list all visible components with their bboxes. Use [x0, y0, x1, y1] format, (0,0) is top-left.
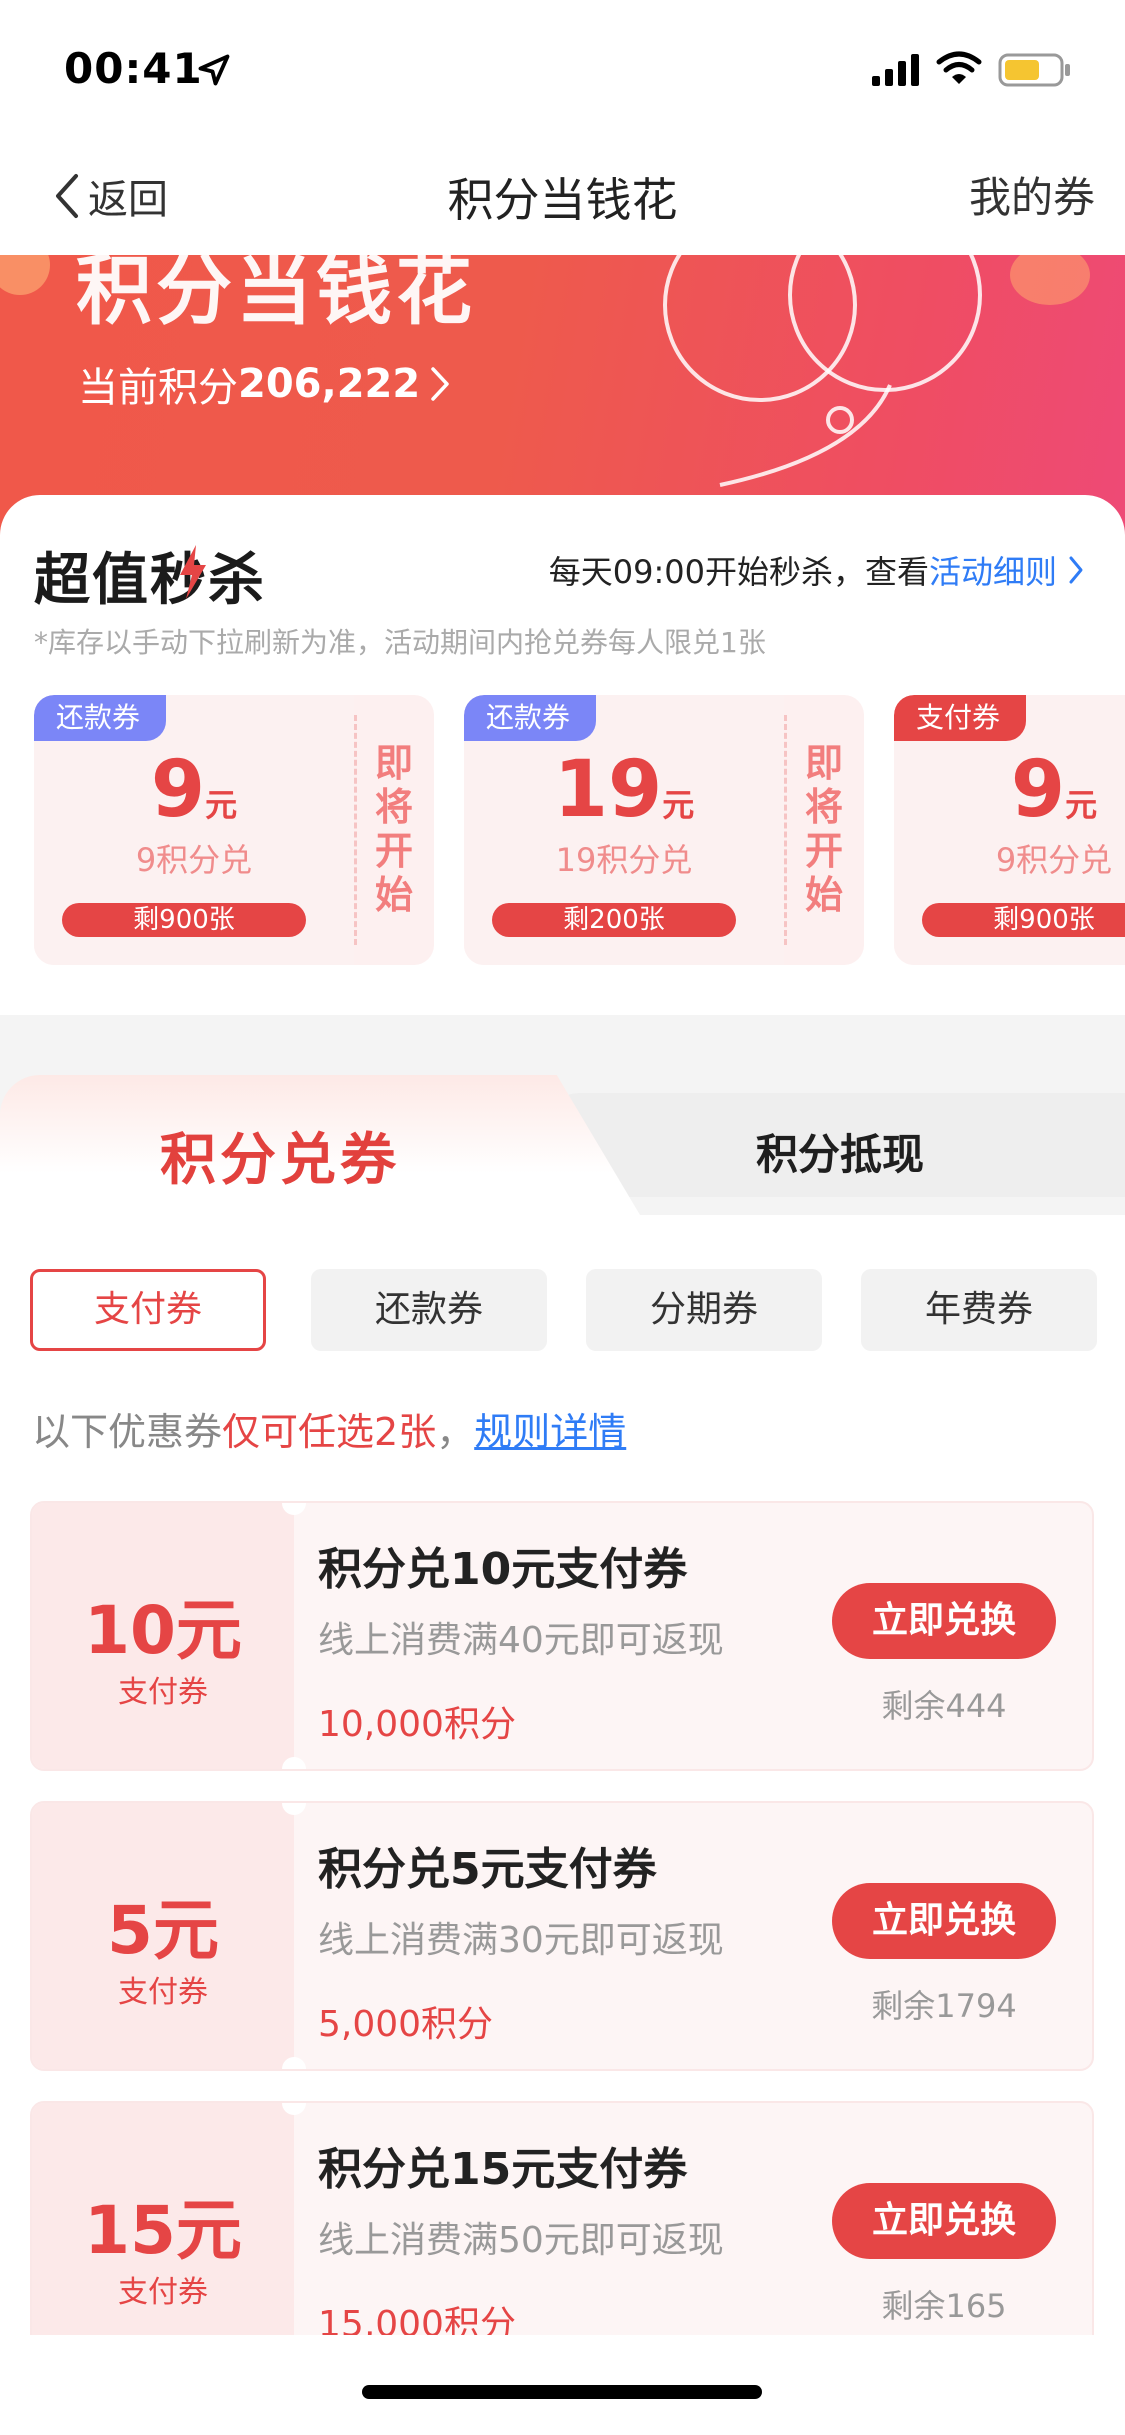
my-coupons-link[interactable]: 我的券: [969, 164, 1095, 225]
coupon-item: 10元 支付券 积分兑10元支付券 线上消费满40元即可返现 10,000积分 …: [30, 1501, 1094, 1771]
coupon-type: 支付券: [118, 1975, 208, 2010]
current-points-link[interactable]: 当前积分 206,222: [78, 355, 452, 413]
flash-sale-section: 超值秒杀 每天09:00开始秒杀，查看 活动细则 *库存以手动下拉刷新为准，活动…: [0, 495, 1125, 1015]
coupon-title: 积分兑15元支付券: [318, 2144, 688, 2195]
wifi-icon: [936, 51, 982, 84]
coupon-cost: 9积分兑: [995, 841, 1113, 879]
coupon-title: 积分兑5元支付券: [318, 1844, 657, 1895]
coupon-type: 支付券: [118, 2275, 208, 2310]
rule-details-link[interactable]: 规则详情: [474, 1410, 626, 1454]
flash-info-text: 每天09:00开始秒杀，查看: [548, 553, 929, 591]
flash-sale-info: 每天09:00开始秒杀，查看 活动细则: [549, 547, 1085, 593]
home-indicator[interactable]: [362, 2385, 762, 2399]
flash-sale-note: *库存以手动下拉刷新为准，活动期间内抢兑券每人限兑1张: [34, 626, 766, 659]
status-time: 00:41: [64, 44, 203, 93]
chevron-right-icon: [431, 367, 449, 401]
points-value: 206,222: [238, 361, 421, 407]
coupon-stock: 剩900张: [922, 903, 1125, 937]
nav-bar: 返回 积分当钱花 我的券: [0, 140, 1125, 255]
coupon-description: 线上消费满40元即可返现: [318, 1620, 724, 1661]
rule-prefix: 以下优惠券: [32, 1410, 223, 1454]
coupon-type: 支付券: [118, 1675, 208, 1710]
chip-annual-fee[interactable]: 年费券: [861, 1269, 1097, 1351]
flash-coupon-card[interactable]: 还款券 19元 19积分兑 剩200张 即将开始: [464, 695, 864, 965]
coupon-description: 线上消费满50元即可返现: [318, 2220, 724, 2261]
chip-installment[interactable]: 分期券: [586, 1269, 822, 1351]
coupon-value: 5元: [107, 1892, 219, 1969]
flash-coupon-card[interactable]: 支付券 9元 9积分兑 剩900张: [894, 695, 1125, 965]
status-bar: 00:41: [0, 0, 1125, 140]
rule-separator: ，: [436, 1410, 475, 1454]
coupon-title: 积分兑10元支付券: [318, 1544, 688, 1595]
hero-title: 积分当钱花: [76, 255, 476, 335]
redeem-button[interactable]: 立即兑换: [832, 1883, 1056, 1959]
coupon-cost: 19积分兑: [555, 841, 693, 879]
coupon-item: 5元 支付券 积分兑5元支付券 线上消费满30元即可返现 5,000积分 立即兑…: [30, 1801, 1094, 2071]
location-arrow-icon: [198, 54, 230, 86]
battery-icon: [998, 53, 1070, 87]
coupon-value: 15元: [84, 2192, 242, 2269]
cellular-signal-icon: [872, 54, 919, 86]
coupon-tag: 支付券: [894, 695, 1027, 741]
lightning-icon: [180, 545, 206, 599]
rule-highlight: 仅可任选2张: [222, 1410, 437, 1454]
bottom-safe-area: [0, 2335, 1125, 2435]
redeem-button[interactable]: 立即兑换: [832, 1583, 1056, 1659]
coupon-remaining: 剩余165: [881, 2287, 1007, 2325]
tab-points-coupons-label: 积分兑券: [160, 1128, 400, 1193]
flash-coupon-card[interactable]: 还款券 9元 9积分兑 剩900张 即将开始: [34, 695, 434, 965]
coupon-amount: 19元: [553, 745, 695, 835]
hero-banner: 积分当钱花 当前积分 206,222: [0, 255, 1125, 535]
dashed-divider: [784, 715, 787, 945]
coupon-item: 15元 支付券 积分兑15元支付券 线上消费满50元即可返现 15,000积分 …: [30, 2101, 1094, 2371]
coupon-points-cost: 5,000积分: [318, 2004, 494, 2045]
points-label: 当前积分: [78, 365, 238, 411]
chevron-right-icon: [1069, 556, 1083, 584]
coupon-amount: 9元: [1010, 745, 1098, 835]
coupon-amount: 9元: [150, 745, 238, 835]
coupon-description: 线上消费满30元即可返现: [318, 1920, 724, 1961]
ticket-notch: [282, 2057, 306, 2069]
chip-repayment[interactable]: 还款券: [311, 1269, 547, 1351]
flash-sale-title: 超值秒杀: [34, 548, 266, 613]
dashed-divider: [354, 715, 357, 945]
coin-decoration: [0, 255, 50, 295]
coupon-remaining: 剩余444: [881, 1687, 1007, 1725]
coupon-points-cost: 10,000积分: [318, 1704, 516, 1745]
chip-payment[interactable]: 支付券: [30, 1269, 266, 1351]
coupon-stock: 剩200张: [492, 903, 736, 937]
page-title: 积分当钱花: [447, 173, 678, 227]
redeem-button[interactable]: 立即兑换: [832, 2183, 1056, 2259]
coming-soon-label: 即将开始: [374, 741, 413, 917]
coupon-tag: 还款券: [34, 695, 167, 741]
section-divider: [0, 1015, 1125, 1075]
rule-line: 以下优惠券仅可任选2张，规则详情: [32, 1401, 626, 1456]
coming-soon-label: 即将开始: [804, 741, 843, 917]
coupon-content: 支付券 还款券 分期券 年费券 以下优惠券仅可任选2张，规则详情 10元 支付券…: [0, 1215, 1125, 2371]
activity-rules-link[interactable]: 活动细则: [929, 547, 1057, 593]
coin-decoration: [1010, 255, 1090, 305]
coupon-remaining: 剩余1794: [871, 1987, 1017, 2025]
tab-cash-deduction-label: 积分抵现: [755, 1130, 924, 1179]
coupon-value: 10元: [84, 1592, 242, 1669]
rings-decoration-icon: [663, 255, 982, 487]
ticket-notch: [282, 1757, 306, 1769]
coupon-cost: 9积分兑: [135, 841, 253, 879]
coupon-tag: 还款券: [464, 695, 597, 741]
coupon-stock: 剩900张: [62, 903, 306, 937]
tab-bar: 积分兑券 积分抵现: [0, 1075, 1125, 1215]
